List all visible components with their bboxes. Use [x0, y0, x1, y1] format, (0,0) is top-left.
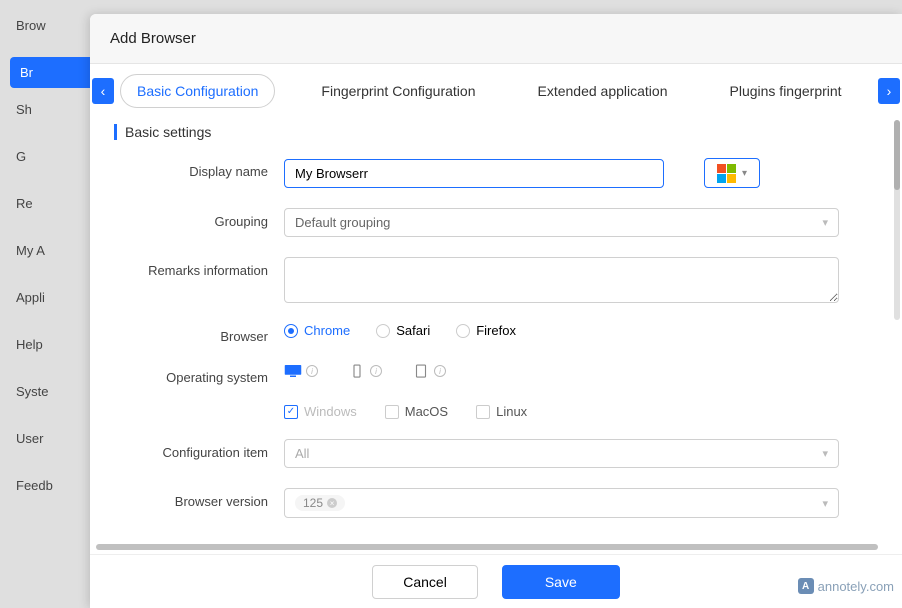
dialog-footer: Cancel Save — [90, 554, 902, 608]
radio-icon — [376, 324, 390, 338]
remarks-textarea[interactable] — [284, 257, 839, 303]
radio-chrome[interactable]: Chrome — [284, 323, 350, 338]
label-config-item: Configuration item — [114, 439, 284, 460]
check-label: MacOS — [405, 404, 448, 419]
icon-picker[interactable]: ▾ — [704, 158, 760, 188]
tab-fingerprint-configuration[interactable]: Fingerprint Configuration — [305, 75, 491, 107]
tab-plugins-fingerprint[interactable]: Plugins fingerprint — [714, 75, 858, 107]
desktop-device-option[interactable]: i — [284, 364, 318, 378]
radio-icon — [456, 324, 470, 338]
info-icon[interactable]: i — [434, 365, 446, 377]
chevron-down-icon: ▾ — [742, 168, 747, 179]
watermark: A annotely.com — [798, 578, 894, 594]
tablet-device-option[interactable]: i — [412, 364, 446, 378]
radio-safari[interactable]: Safari — [376, 323, 430, 338]
checkbox-icon — [476, 405, 490, 419]
browser-radio-group: Chrome Safari Firefox — [284, 323, 516, 338]
tabs: Basic Configuration Fingerprint Configur… — [120, 74, 872, 108]
browser-version-select[interactable]: 125 × ▾ — [284, 488, 839, 518]
device-type-icons: i i i — [284, 364, 446, 378]
version-tag[interactable]: 125 × — [295, 495, 345, 511]
os-check-group: Windows MacOS Linux — [284, 404, 527, 419]
watermark-text: annotely.com — [818, 579, 894, 594]
chevron-right-icon: › — [887, 83, 892, 99]
tab-basic-configuration[interactable]: Basic Configuration — [120, 74, 275, 108]
info-icon[interactable]: i — [370, 365, 382, 377]
radio-icon — [284, 324, 298, 338]
checkbox-icon — [284, 405, 298, 419]
label-grouping: Grouping — [114, 208, 284, 229]
check-macos[interactable]: MacOS — [385, 404, 448, 419]
label-browser-version: Browser version — [114, 488, 284, 509]
chevron-left-icon: ‹ — [101, 83, 106, 99]
chevron-down-icon: ▾ — [822, 497, 828, 510]
checkbox-icon — [385, 405, 399, 419]
add-browser-dialog: Add Browser ‹ Basic Configuration Finger… — [90, 14, 902, 608]
grouping-select-value: Default grouping — [295, 215, 390, 230]
dialog-title: Add Browser — [110, 30, 882, 47]
label-os: Operating system — [114, 364, 284, 385]
label-remarks: Remarks information — [114, 257, 284, 278]
config-item-value: All — [295, 446, 309, 461]
annotely-logo-icon: A — [798, 578, 814, 594]
mobile-icon — [348, 364, 366, 378]
save-button[interactable]: Save — [502, 565, 620, 599]
check-windows: Windows — [284, 404, 357, 419]
tabs-prev-button[interactable]: ‹ — [92, 78, 114, 104]
dialog-header: Add Browser — [90, 14, 902, 64]
chevron-down-icon: ▾ — [822, 447, 828, 460]
cancel-button[interactable]: Cancel — [372, 565, 478, 599]
section-title: Basic settings — [114, 124, 878, 140]
vertical-scrollbar[interactable] — [894, 120, 900, 320]
radio-label: Chrome — [304, 323, 350, 338]
grouping-select[interactable]: Default grouping ▾ — [284, 208, 839, 237]
remove-tag-icon[interactable]: × — [327, 498, 337, 508]
version-value: 125 — [303, 496, 323, 510]
check-label: Linux — [496, 404, 527, 419]
windows-logo-icon — [717, 164, 736, 183]
chevron-down-icon: ▾ — [822, 216, 828, 229]
tab-extended-application[interactable]: Extended application — [522, 75, 684, 107]
info-icon[interactable]: i — [306, 365, 318, 377]
check-linux[interactable]: Linux — [476, 404, 527, 419]
form-content: Basic settings Display name ▾ Grouping D… — [90, 118, 902, 608]
display-name-input[interactable] — [284, 159, 664, 188]
label-display-name: Display name — [114, 158, 284, 179]
label-browser: Browser — [114, 323, 284, 344]
config-item-select[interactable]: All ▾ — [284, 439, 839, 468]
check-label: Windows — [304, 404, 357, 419]
tabs-next-button[interactable]: › — [878, 78, 900, 104]
radio-label: Safari — [396, 323, 430, 338]
tablet-icon — [412, 364, 430, 378]
tabs-row: ‹ Basic Configuration Fingerprint Config… — [90, 64, 902, 118]
horizontal-scrollbar[interactable] — [96, 544, 878, 550]
radio-label: Firefox — [476, 323, 516, 338]
mobile-device-option[interactable]: i — [348, 364, 382, 378]
desktop-icon — [284, 364, 302, 378]
radio-firefox[interactable]: Firefox — [456, 323, 516, 338]
